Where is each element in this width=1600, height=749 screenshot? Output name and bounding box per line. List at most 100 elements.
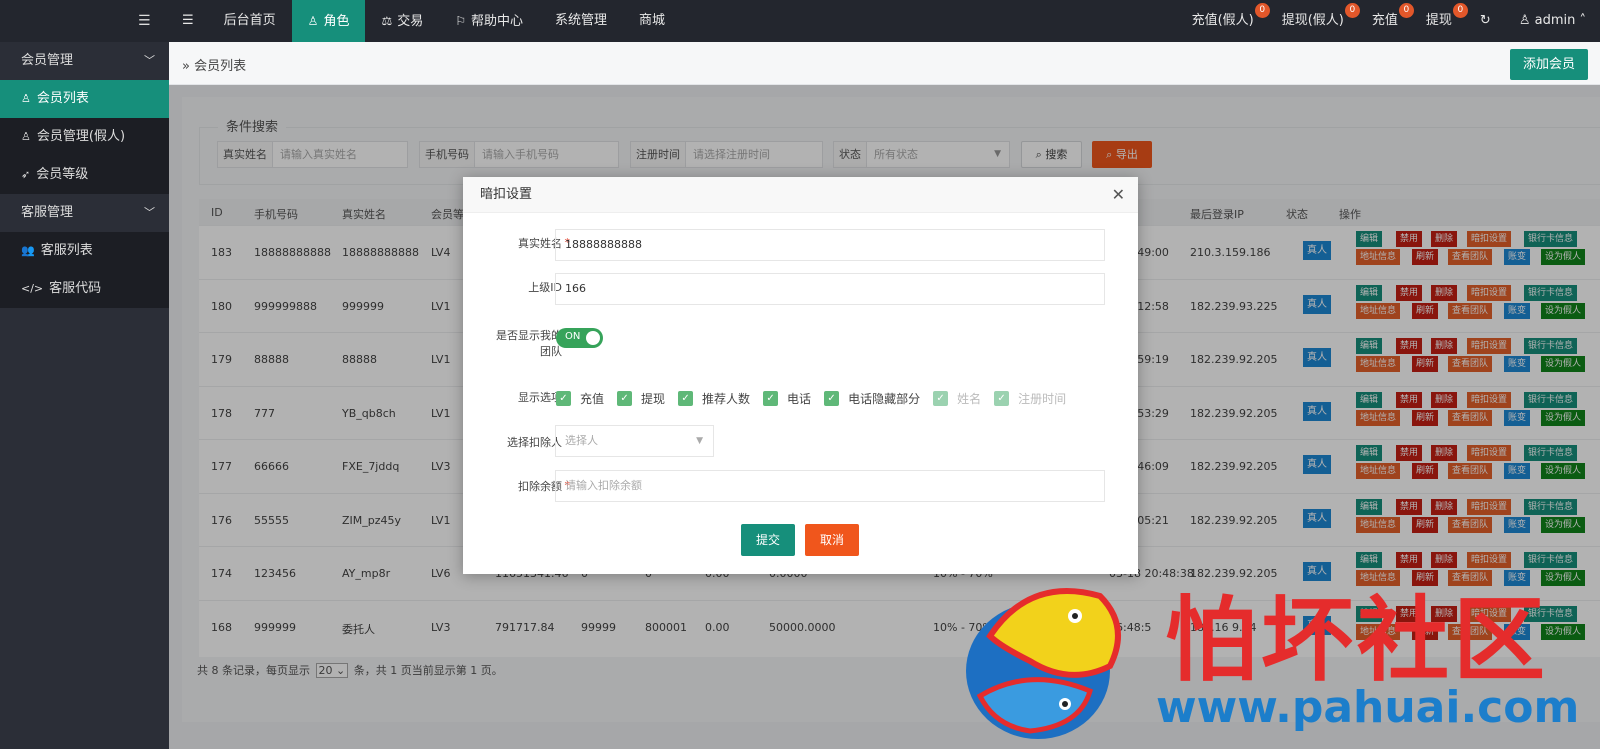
nav-system[interactable]: 系统管理: [539, 0, 623, 42]
deduct-person-select[interactable]: 选择人 ▼: [555, 425, 714, 457]
option-withdraw-checkbox[interactable]: ✓ 提现: [617, 390, 665, 407]
show-team-label-line1: 是否显示我的: [496, 329, 562, 342]
sidebar-group-label: 客服管理: [21, 205, 74, 220]
option-regtime-checkbox[interactable]: ✓ 注册时间: [994, 390, 1066, 407]
nav-role-label: 角色: [323, 14, 350, 29]
check-icon: ✓: [824, 390, 840, 406]
option-recharge-checkbox[interactable]: ✓ 充值: [556, 390, 604, 407]
display-options-label: 显示选项: [518, 391, 562, 404]
add-member-button[interactable]: 添加会员: [1510, 49, 1588, 80]
nav-trade-label: 交易: [397, 14, 424, 29]
check-icon: ✓: [933, 390, 949, 406]
modal-header: 暗扣设置 ✕: [463, 177, 1138, 213]
deduct-settings-modal: 暗扣设置 ✕ 真实姓名 * 18888888888 上级ID 166 是否显示我的…: [463, 177, 1138, 574]
sidebar-item-member-level[interactable]: ➶ 会员等级: [0, 156, 169, 194]
user-icon: ♙: [307, 14, 319, 28]
user-icon: ♙: [21, 130, 31, 143]
sidebar-item-label: 客服列表: [40, 243, 93, 258]
option-label: 电话: [787, 391, 812, 406]
nav-trade[interactable]: ⚖ 交易: [365, 0, 439, 42]
show-team-toggle[interactable]: ON: [556, 328, 603, 348]
option-phone-checkbox[interactable]: ✓ 电话: [763, 390, 811, 407]
chevron-down-icon: ﹀: [144, 206, 155, 219]
username: admin: [1534, 13, 1576, 28]
modal-title: 暗扣设置: [480, 187, 533, 202]
watermark-text: 怕坏社区: [1165, 586, 1550, 694]
user-menu[interactable]: ♙ admin ˄: [1505, 0, 1600, 42]
deduct-person-label: 选择扣除人: [507, 436, 562, 449]
nav-shop[interactable]: 商城: [623, 0, 681, 42]
sidebar-item-member-fake[interactable]: ♙ 会员管理(假人): [0, 118, 169, 156]
cancel-button[interactable]: 取消: [805, 524, 859, 556]
sidebar-submenu: ♙ 会员列表 ♙ 会员管理(假人) ➶ 会员等级: [0, 80, 169, 194]
refresh-icon[interactable]: ↻: [1466, 0, 1505, 42]
sidebar-item-service-code[interactable]: </> 客服代码: [0, 270, 169, 308]
caret-down-icon: ▼: [696, 436, 703, 446]
sidebar-item-service-list[interactable]: 👥 客服列表: [0, 232, 169, 270]
withdraw-link[interactable]: 提现 0: [1412, 0, 1468, 42]
nav-help-label: 帮助中心: [471, 14, 524, 29]
sidebar-collapse-button[interactable]: ☰: [170, 0, 208, 42]
check-icon: ✓: [617, 390, 633, 406]
check-icon: ✓: [556, 390, 571, 406]
withdraw-fake-label: 提现(假人): [1281, 13, 1344, 28]
parent-id-label: 上级ID: [528, 281, 562, 294]
show-team-label-line2: 团队: [540, 345, 562, 358]
chevron-down-icon: ﹀: [144, 54, 155, 67]
nav-home[interactable]: 后台首页: [208, 0, 292, 42]
nav-role[interactable]: ♙ 角色: [291, 0, 366, 42]
option-label: 充值: [580, 391, 605, 406]
breadcrumb: » 会员列表: [182, 59, 247, 74]
deduct-amount-label: 扣除余额 *: [472, 479, 570, 495]
recharge-link[interactable]: 充值 0: [1358, 0, 1414, 42]
option-label: 提现: [641, 391, 666, 406]
option-label: 电话隐藏部分: [848, 391, 921, 406]
check-icon: ✓: [678, 390, 694, 406]
top-right-nav: 充值(假人) 0 提现(假人) 0 充值 0 提现 0 ↻ ♙ admin ˄: [1178, 0, 1600, 42]
rocket-icon: ➶: [21, 168, 31, 181]
realname-label: 真实姓名 *: [472, 236, 570, 252]
parent-id-input[interactable]: 166: [555, 273, 1105, 305]
recharge-label: 充值: [1371, 13, 1398, 28]
nav-system-label: 系统管理: [555, 13, 608, 28]
option-label: 推荐人数: [702, 391, 751, 406]
top-navbar: ☰ ☰ 后台首页 ♙ 角色 ⚖ 交易 ⚐ 帮助中心 系统管理 商城 充值(假人) 0 提…: [0, 0, 1600, 42]
withdraw-fake-link[interactable]: 提现(假人) 0: [1268, 0, 1360, 42]
check-icon: ✓: [994, 390, 1010, 406]
user-icon: ♙: [1518, 13, 1535, 28]
close-icon[interactable]: ✕: [1112, 177, 1125, 213]
deduct-amount-input[interactable]: 请输入扣除余额: [555, 470, 1105, 502]
toggle-state: ON: [565, 331, 581, 342]
page-title: 会员列表: [194, 59, 247, 74]
recharge-fake-label: 充值(假人): [1191, 13, 1254, 28]
option-name-checkbox[interactable]: ✓ 姓名: [933, 390, 981, 407]
sidebar-group-service[interactable]: 客服管理 ﹀: [0, 194, 169, 232]
option-referrals-checkbox[interactable]: ✓ 推荐人数: [678, 390, 750, 407]
brand-area: ☰: [0, 0, 170, 42]
realname-input[interactable]: 18888888888: [555, 229, 1105, 261]
watermark: 怕坏社区 www.pahuai.com: [960, 566, 1600, 749]
sidebar-group-member[interactable]: 会员管理 ﹀: [0, 42, 169, 80]
users-icon: 👥: [21, 244, 35, 257]
sidebar-item-label: 会员列表: [36, 91, 89, 106]
sidebar-item-label: 会员管理(假人): [36, 129, 126, 144]
sidebar-item-label: 客服代码: [49, 281, 102, 296]
recharge-fake-link[interactable]: 充值(假人) 0: [1178, 0, 1270, 42]
menu-toggle-icon[interactable]: ☰: [138, 13, 151, 29]
code-icon: </>: [21, 282, 44, 295]
deduct-person-placeholder: 选择人: [565, 434, 598, 447]
scale-icon: ⚖: [381, 14, 393, 28]
submit-button[interactable]: 提交: [741, 524, 795, 556]
nav-home-label: 后台首页: [223, 13, 276, 28]
nav-shop-label: 商城: [639, 13, 666, 28]
sidebar-submenu: 👥 客服列表 </> 客服代码: [0, 232, 169, 308]
flag-icon: ⚐: [455, 14, 466, 28]
option-phone-mask-checkbox[interactable]: ✓ 电话隐藏部分: [824, 390, 920, 407]
watermark-url: www.pahuai.com: [1156, 682, 1580, 733]
user-icon: ♙: [21, 92, 31, 105]
display-options: ✓ 充值 ✓ 提现 ✓ 推荐人数 ✓ 电话 ✓ 电话隐藏部分 ✓ 姓名 ✓ 注册时间: [556, 389, 1079, 407]
sidebar-item-member-list[interactable]: ♙ 会员列表: [0, 80, 169, 118]
sidebar-item-label: 会员等级: [36, 167, 89, 182]
nav-help[interactable]: ⚐ 帮助中心: [439, 0, 539, 42]
withdraw-label: 提现: [1425, 13, 1452, 28]
